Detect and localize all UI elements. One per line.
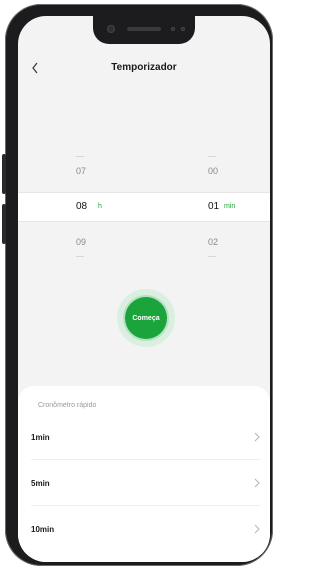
chevron-right-icon [254,524,260,534]
picker-faded-tick [76,256,84,257]
sensor-icon [171,27,175,31]
time-picker[interactable]: 07 00 08 h 01 min 09 02 [18,136,270,266]
hour-selected[interactable]: 08 [76,201,87,212]
minute-next[interactable]: 02 [208,237,218,247]
phone-screen: Temporizador 07 00 08 h 01 min 09 02 Com… [18,16,270,562]
notch [93,16,195,44]
page-title: Temporizador [111,62,177,73]
chevron-right-icon [254,478,260,488]
chevron-right-icon [254,432,260,442]
picker-faded-tick [76,156,84,157]
hour-next[interactable]: 09 [76,237,86,247]
start-button[interactable]: Começa [125,297,167,339]
front-camera-icon [107,25,115,33]
quick-timer-item-5min[interactable]: 5min [18,460,270,506]
header: Temporizador [18,56,270,82]
minute-prev[interactable]: 00 [208,166,218,176]
speaker-grille [127,27,161,31]
hour-prev[interactable]: 07 [76,166,86,176]
picker-selection-band: 08 h 01 min [18,192,270,222]
side-button [2,154,6,194]
minute-selected[interactable]: 01 [208,201,219,212]
quick-timer-item-label: 1min [31,433,50,442]
app-screenshot: Temporizador 07 00 08 h 01 min 09 02 Com… [0,0,279,569]
quick-timer-item-1min[interactable]: 1min [18,414,270,460]
side-button [2,204,6,244]
phone-frame: Temporizador 07 00 08 h 01 min 09 02 Com… [2,4,273,566]
hour-unit: h [98,203,102,210]
picker-faded-tick [208,256,216,257]
quick-timer-panel: Cronômetro rápido 1min 5min 10min [18,386,270,562]
quick-timer-item-label: 10min [31,525,55,534]
picker-faded-tick [208,156,216,157]
start-button-ring: Começa [117,289,175,347]
minute-unit: min [224,203,236,210]
quick-timer-item-label: 5min [31,479,50,488]
sensor-icon [181,27,185,31]
quick-timer-item-10min[interactable]: 10min [18,506,270,552]
quick-timer-title: Cronômetro rápido [38,402,97,409]
